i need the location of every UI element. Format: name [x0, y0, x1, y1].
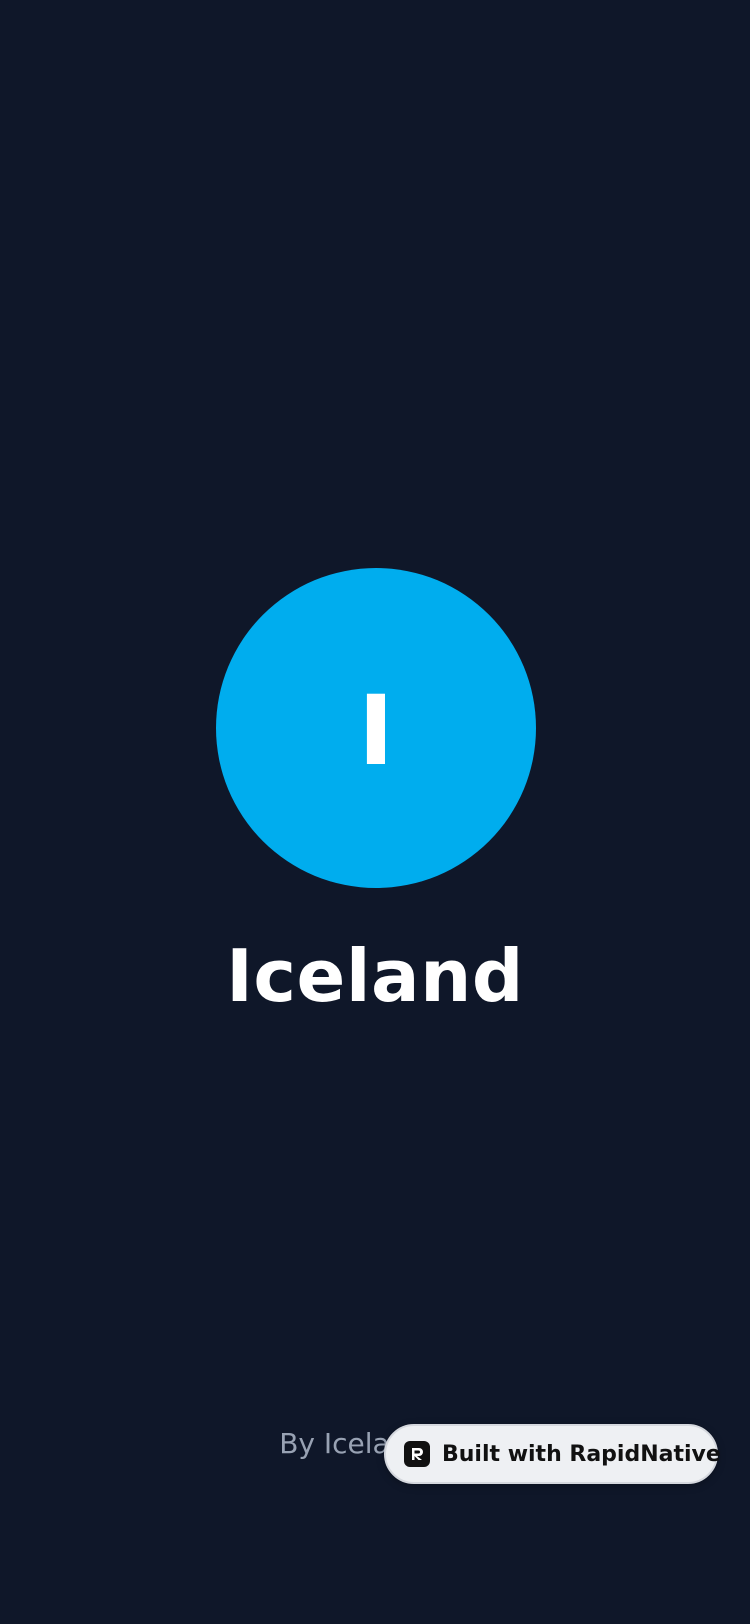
built-with-label: Built with RapidNative	[442, 1441, 721, 1467]
app-logo: I	[216, 568, 536, 888]
splash-screen: I Iceland By Iceland Co Built with Rapid…	[0, 0, 750, 1624]
built-with-rapidnative-badge[interactable]: Built with RapidNative	[384, 1424, 721, 1484]
app-title: Iceland	[226, 934, 524, 1018]
logo-letter: I	[358, 675, 394, 787]
rapidnative-logo-icon	[404, 1441, 430, 1467]
